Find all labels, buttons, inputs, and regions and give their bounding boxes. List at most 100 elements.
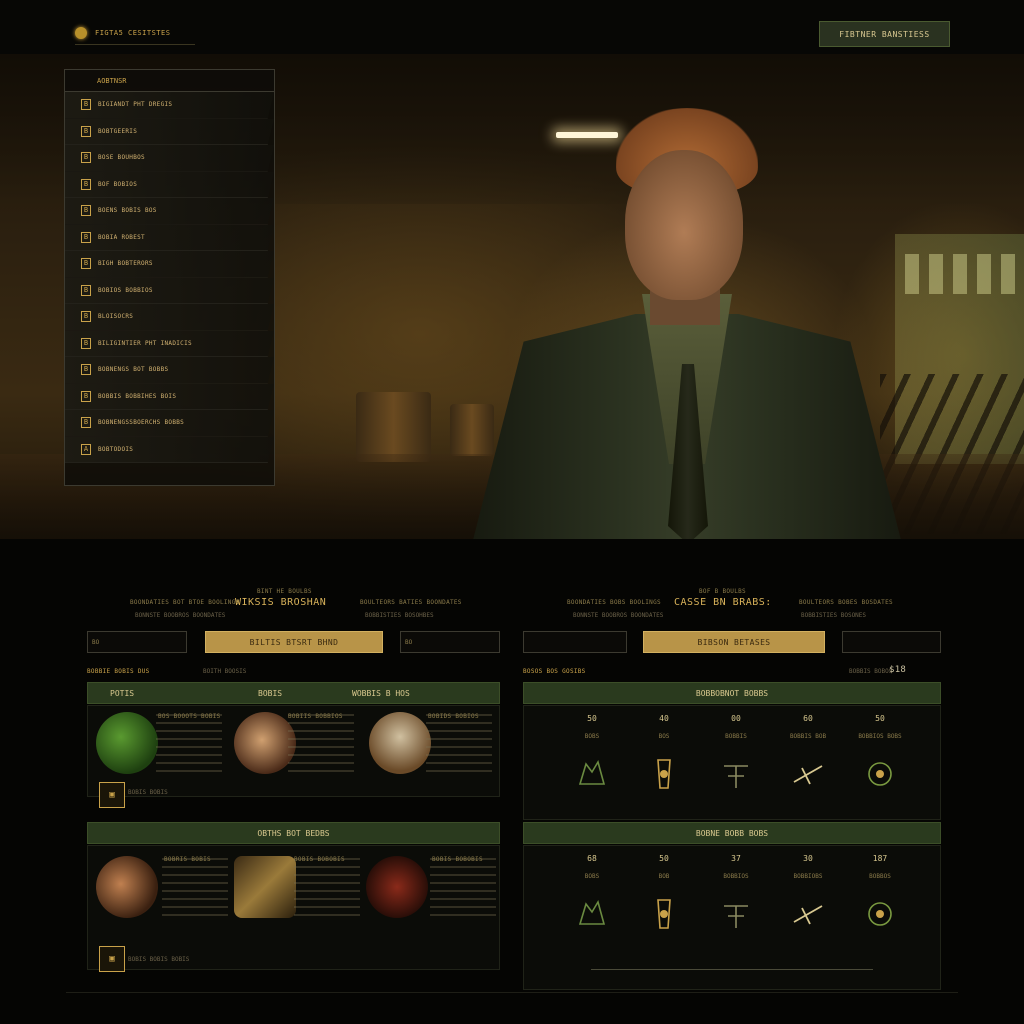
card-4-badge-icon[interactable]: ▣ <box>99 946 125 972</box>
stat-item[interactable]: 40 BOS <box>634 714 694 794</box>
menu-item-label: BIGH BOBTERORS <box>98 260 153 268</box>
right-group1-title: BOBBOBNOT BOBBS <box>695 688 769 698</box>
left-input-1[interactable]: BO <box>87 631 187 653</box>
right-count-prefix: BOBBIS BOBOS <box>849 668 893 675</box>
menu-item-icon: B <box>81 417 91 429</box>
card-2-line: BOBIIS BOBBIOS <box>288 713 343 720</box>
menu-item-icon: B <box>81 231 91 243</box>
right-subline-left: BOONDATIES BOBS BOOLINGS <box>567 599 661 606</box>
man-in-suit <box>472 294 902 539</box>
card-4-line: BOBRIS BOBIS <box>164 856 211 863</box>
side-menu-item[interactable]: B BOENS BOBIS BOS <box>65 198 274 225</box>
side-menu-item[interactable]: B BOBIOS BOBBIOS <box>65 277 274 304</box>
side-menu: AOBTNSR B BIGIANDT PHT DREGIS B BOBTGEERIS B… <box>64 69 275 486</box>
right-input-2[interactable] <box>842 631 941 653</box>
stat-label: BOBBIS <box>725 733 747 740</box>
logo-icon <box>75 26 87 39</box>
card-text-4 <box>162 858 228 922</box>
tab-2[interactable]: BOBIS <box>258 689 282 698</box>
side-menu-item[interactable]: B BOBNENGS BOT BOBBS <box>65 357 274 384</box>
left-cta-button[interactable]: BILTIS BTSRT BHND <box>205 631 383 653</box>
card-3-line: BOBIDS BOBIOS <box>428 713 479 720</box>
menu-item-label: BOBBIS BOBBIHES BOIS <box>98 392 177 400</box>
stat-item[interactable]: 30 BOBBIOBS <box>778 854 838 934</box>
card-text-6 <box>430 858 496 922</box>
menu-item-label: BOENS BOBIS BOS <box>98 207 157 215</box>
side-menu-item[interactable]: B BOBTGEERIS <box>65 118 274 145</box>
left-subline-left: BOONDATIES BOT BTOE BOOLINGS <box>130 599 240 606</box>
card-image-green[interactable] <box>96 712 158 774</box>
stat-label: BOB <box>658 873 670 880</box>
side-menu-item[interactable]: A BOBTODOIS <box>65 436 274 463</box>
menu-item-label: BLOISOCRS <box>98 313 134 321</box>
right-kicker: BOF B BOULBS <box>699 588 746 595</box>
tab-3[interactable]: WOBBIS B HOS <box>352 689 410 698</box>
right-group2-title: BOBNE BOBB BOBS <box>695 828 769 838</box>
side-menu-item[interactable]: B BIGIANDT PHT DREGIS <box>65 92 274 119</box>
stat-item[interactable]: 50 BOB <box>634 854 694 934</box>
right-subline-left-2: BONNSTE BOOBROS BOONDATES <box>573 612 664 619</box>
side-menu-item[interactable]: B BOBBIS BOBBIHES BOIS <box>65 383 274 410</box>
stat-number: 60 <box>803 714 813 723</box>
menu-item-label: BOBIA ROBEST <box>98 233 145 241</box>
card-image-elder[interactable] <box>369 712 431 774</box>
menu-item-icon: B <box>81 125 91 137</box>
stat-item[interactable]: 00 BOBBIS <box>706 714 766 794</box>
menu-item-label: BOBNENGS BOT BOBBS <box>98 366 169 374</box>
side-menu-item[interactable]: B BOBIA ROBEST <box>65 224 274 251</box>
side-menu-item[interactable]: B BOF BOBIOS <box>65 171 274 198</box>
left-panel: BINT HE BOULBS BOONDATIES BOT BTOE BOOLI… <box>85 585 500 975</box>
menu-item-icon: B <box>81 99 91 111</box>
left-tab-bar: POTIS BOBIS WOBBIS B HOS <box>87 682 500 704</box>
menu-item-icon: B <box>81 258 91 270</box>
stat-number: 37 <box>731 854 741 863</box>
stat-label: BOBBIS BOB <box>789 733 827 740</box>
card-image-portrait[interactable] <box>234 712 296 774</box>
stat-item[interactable]: 37 BOBBIOS <box>706 854 766 934</box>
stat-item[interactable]: 50 BOBS <box>562 714 622 794</box>
menu-item-icon: B <box>81 284 91 296</box>
right-cta-button[interactable]: BIBSON BETASES <box>643 631 825 653</box>
menu-item-icon: A <box>81 443 91 455</box>
tool-icon <box>716 894 756 934</box>
side-menu-item[interactable]: B BIGH BOBTERORS <box>65 251 274 278</box>
stat-label: BOBS <box>584 733 600 740</box>
stat-number: 30 <box>803 854 813 863</box>
ceiling-light <box>556 132 618 138</box>
left-card-grid-top: BOS BOOOTS BOBIS ▣ BOBIS BOBIS BOBIIS BO… <box>87 705 500 808</box>
logo[interactable]: FIGTA5 CESITSTES <box>75 21 195 45</box>
card-image-man[interactable] <box>96 856 158 918</box>
stat-item[interactable]: 68 BOBS <box>562 854 622 934</box>
side-menu-item[interactable]: B BOSE BOUHBOS <box>65 145 274 172</box>
top-action-button[interactable]: FIBTNER BANSTIESS <box>819 21 950 47</box>
side-menu-item[interactable]: B BLOISOCRS <box>65 304 274 331</box>
right-group2-bar: BOBNE BOBB BOBS <box>523 822 941 844</box>
left-section2-title: OBTHS BOT BEDBS <box>257 828 330 838</box>
stat-number: 68 <box>587 854 597 863</box>
card-text-3 <box>426 714 492 778</box>
card-image-red[interactable] <box>366 856 428 918</box>
right-input-1[interactable] <box>523 631 627 653</box>
card-image-device[interactable] <box>234 856 296 918</box>
menu-item-label: BIGIANDT PHT DREGIS <box>98 101 173 109</box>
stat-number: 00 <box>731 714 741 723</box>
left-section2-bar: OBTHS BOT BEDBS <box>87 822 500 844</box>
side-menu-title: AOBTNSR <box>65 70 274 92</box>
stat-label: BOBBOS <box>869 873 891 880</box>
tool-icon <box>716 754 756 794</box>
left-input-2[interactable]: BO <box>400 631 500 653</box>
wrench-icon <box>788 894 828 934</box>
stat-item[interactable]: 60 BOBBIS BOB <box>778 714 838 794</box>
stat-item[interactable]: 50 BOBBIOS BOBS <box>850 714 910 794</box>
menu-item-icon: B <box>81 205 91 217</box>
side-menu-item[interactable]: B BILIGINTIER PHT INADICIS <box>65 330 274 357</box>
card-1-badge-icon[interactable]: ▣ <box>99 782 125 808</box>
side-menu-item[interactable]: B BOBNENGSSBOERCHS BOBBS <box>65 410 274 437</box>
top-bar: FIGTA5 CESITSTES FIBTNER BANSTIESS <box>0 0 1024 54</box>
left-section-label: BOBBIE BOBIS DUS <box>87 668 150 675</box>
stat-item[interactable]: 187 BOBBOS <box>850 854 910 934</box>
target-icon <box>860 754 900 794</box>
tab-1[interactable]: POTIS <box>110 689 134 698</box>
stat-label: BOBBIOS <box>723 873 749 880</box>
stat-number: 50 <box>875 714 885 723</box>
